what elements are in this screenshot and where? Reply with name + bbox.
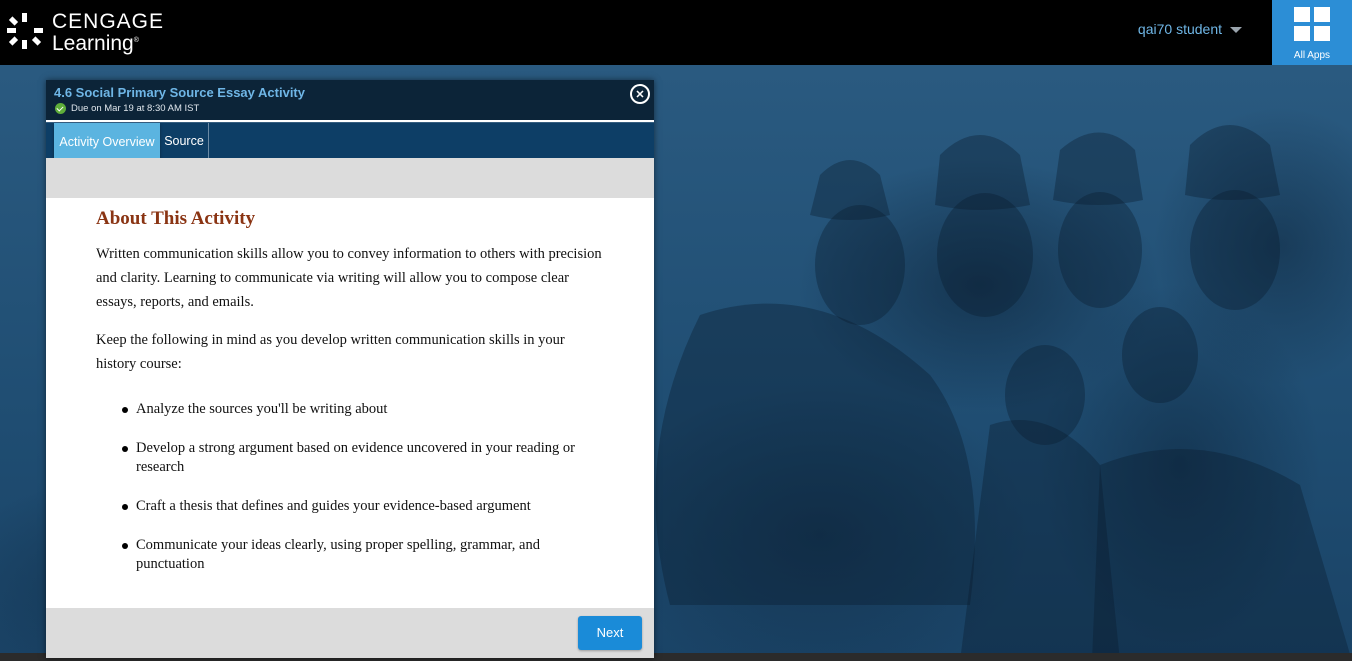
list-item: Develop a strong argument based on evide… — [122, 439, 606, 477]
activity-modal: 4.6 Social Primary Source Essay Activity… — [46, 80, 654, 658]
modal-header: 4.6 Social Primary Source Essay Activity… — [46, 80, 654, 120]
chevron-down-icon — [1230, 27, 1242, 33]
grid-icon — [1294, 7, 1330, 43]
close-button[interactable]: ✕ — [630, 84, 650, 104]
activity-content: About This Activity Written communicatio… — [96, 208, 606, 594]
user-menu[interactable]: qai70 student — [1138, 21, 1242, 37]
tab-bar: Activity Overview Source — [46, 122, 654, 165]
top-bar: CENGAGE Learning® qai70 student All Apps — [0, 0, 1352, 65]
activity-title: 4.6 Social Primary Source Essay Activity — [54, 85, 305, 100]
all-apps-label: All Apps — [1293, 50, 1331, 61]
user-name: qai70 student — [1137, 21, 1222, 37]
tab-source[interactable]: Source — [160, 123, 209, 159]
paragraph: Keep the following in mind as you develo… — [96, 332, 565, 372]
cengage-logo[interactable]: CENGAGE Learning® — [6, 8, 163, 56]
close-icon: ✕ — [635, 89, 645, 101]
content-top-band — [46, 158, 654, 198]
list-item: Craft a thesis that defines and guides y… — [122, 497, 606, 516]
brand-name: CENGAGE — [52, 10, 165, 33]
due-text: Due on Mar 19 at 8:30 AM IST — [71, 103, 200, 114]
list-item: Communicate your ideas clearly, using pr… — [122, 536, 606, 574]
guideline-list: Analyze the sources you'll be writing ab… — [96, 400, 606, 574]
paragraph: Written communication skills allow you t… — [96, 246, 602, 310]
section-heading: About This Activity — [96, 208, 256, 229]
check-circle-icon — [55, 103, 66, 114]
due-date: Due on Mar 19 at 8:30 AM IST — [55, 103, 199, 114]
brand-subname: Learning® — [52, 32, 139, 55]
cengage-logo-icon — [7, 13, 43, 49]
all-apps-button[interactable]: All Apps — [1272, 0, 1352, 65]
next-button[interactable]: Next — [578, 616, 642, 650]
modal-footer — [46, 608, 654, 658]
list-item: Analyze the sources you'll be writing ab… — [122, 400, 606, 419]
